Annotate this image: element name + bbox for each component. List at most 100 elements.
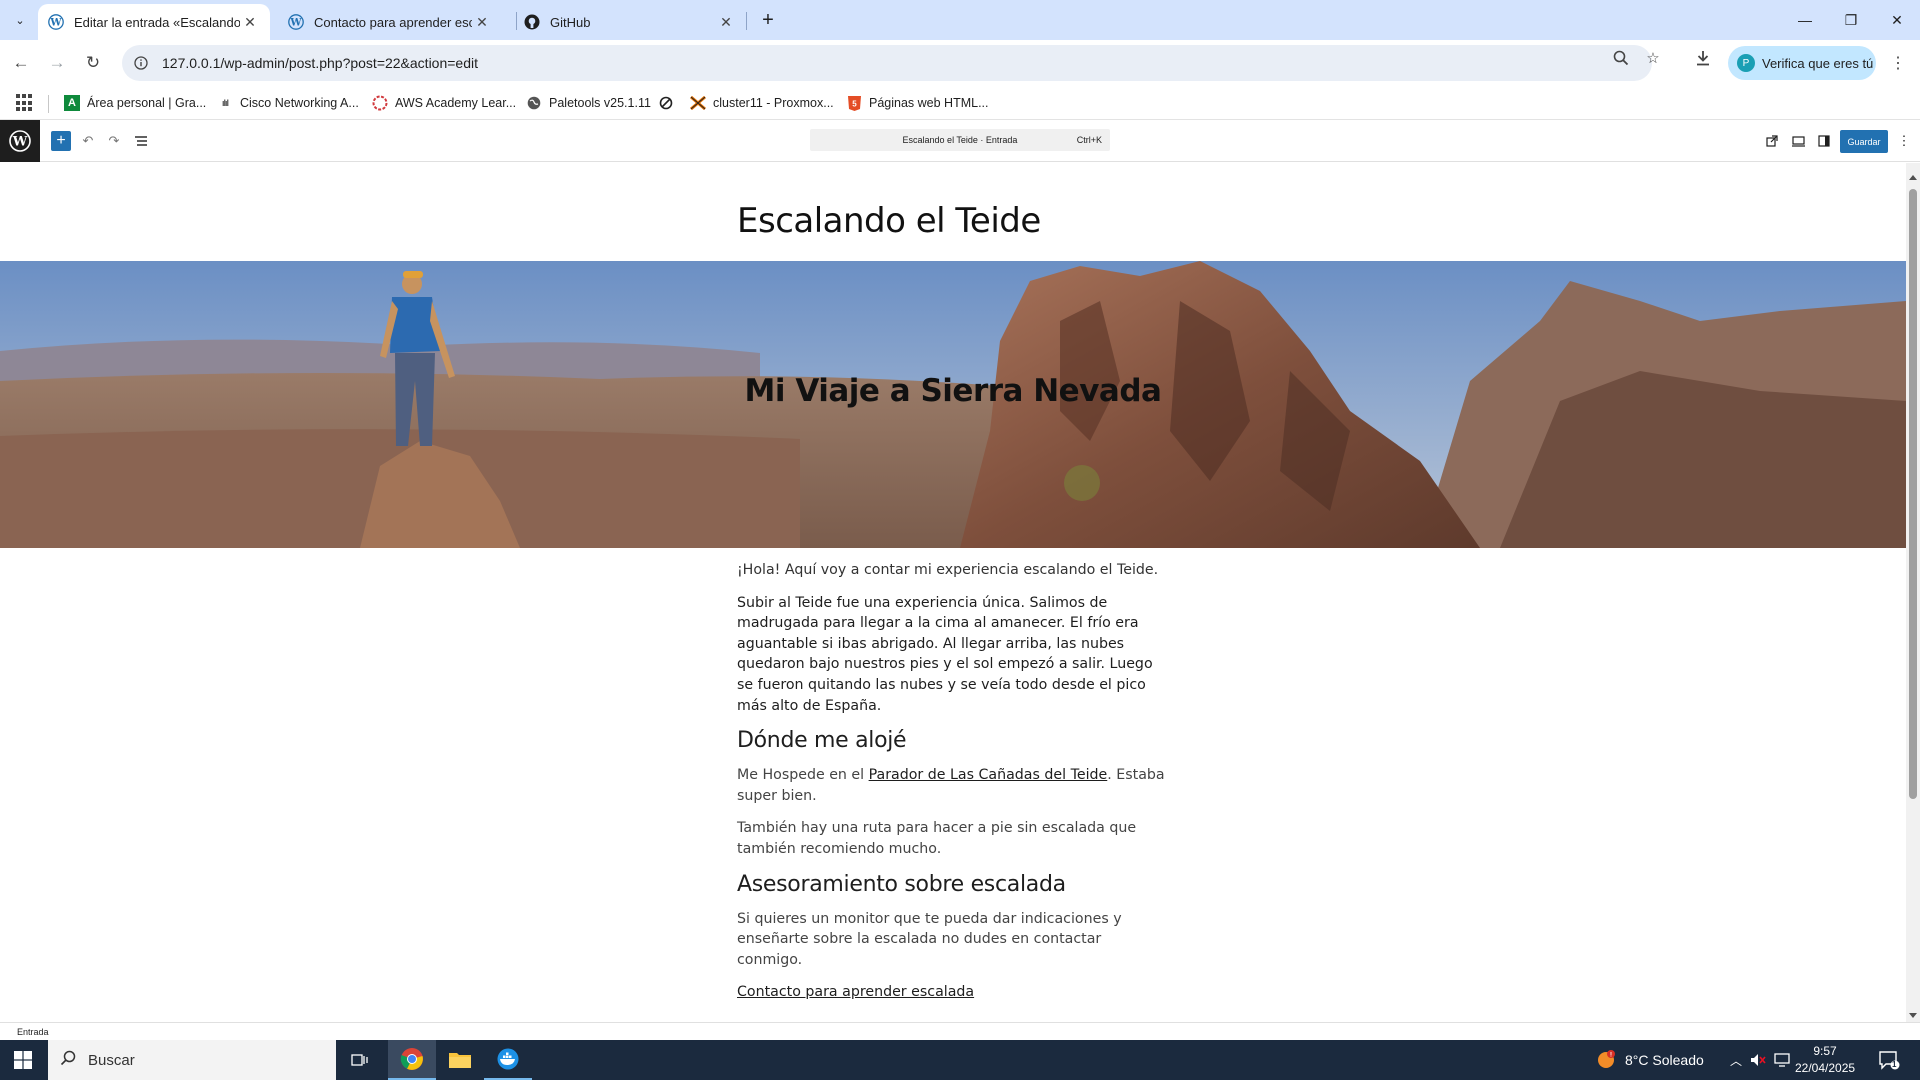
block-inserter-plus-icon[interactable]: + <box>51 131 71 151</box>
editor-header: W + ↶ ↷ Escalando el Teide · Entrada Ctr… <box>0 120 1920 162</box>
bookmark-paletools[interactable]: Paletools v25.1.11 <box>526 92 651 114</box>
new-tab-plus-icon[interactable]: + <box>756 8 780 32</box>
options-menu-icon[interactable]: ⋮ <box>1894 131 1914 151</box>
post-title[interactable]: Escalando el Teide <box>737 201 1041 241</box>
wordpress-logo-icon[interactable]: W <box>0 120 40 162</box>
view-post-external-icon[interactable] <box>1762 131 1782 151</box>
settings-sidebar-icon[interactable] <box>1814 131 1834 151</box>
task-view-icon[interactable] <box>336 1040 384 1080</box>
parador-link[interactable]: Parador de Las Cañadas del Teide <box>869 767 1108 783</box>
site-info-icon[interactable] <box>130 52 152 74</box>
restore-icon[interactable]: ❐ <box>1828 0 1874 40</box>
chrome-menu-icon[interactable]: ⋮ <box>1888 52 1908 74</box>
search-icon <box>60 1050 76 1071</box>
advice-paragraph[interactable]: Si quieres un monitor que te pueda dar i… <box>737 909 1167 971</box>
cover-heading[interactable]: Mi Viaje a Sierra Nevada <box>0 373 1906 409</box>
aws-academy-icon <box>372 95 388 111</box>
taskbar-clock[interactable]: 9:57 22/04/2025 <box>1795 1043 1855 1077</box>
bookmarks-divider <box>48 95 49 113</box>
redo-icon[interactable]: ↷ <box>104 131 124 151</box>
accommodation-paragraph[interactable]: Me Hospede en el Parador de Las Cañadas … <box>737 765 1167 806</box>
bookmark-label: Paletools v25.1.11 <box>549 96 651 110</box>
bookmark-aws-academy[interactable]: AWS Academy Lear... <box>372 92 516 114</box>
close-window-icon[interactable]: ✕ <box>1874 0 1920 40</box>
bookmark-label: Cisco Networking A... <box>240 96 359 110</box>
contact-paragraph[interactable]: Contacto para aprender escalada <box>737 982 1167 1003</box>
windows-taskbar: Buscar ! 8°C Soleado ︿ 9:57 22/04/2025 1 <box>0 1040 1920 1080</box>
bookmark-label: Páginas web HTML... <box>869 96 989 110</box>
download-icon[interactable] <box>1694 49 1712 67</box>
zoom-icon[interactable] <box>1612 49 1630 67</box>
bookmark-cisco[interactable]: ılıl Cisco Networking A... <box>217 92 359 114</box>
undo-icon[interactable]: ↶ <box>78 131 98 151</box>
tab-github[interactable]: GitHub ✕ <box>514 4 746 40</box>
weather-text[interactable]: 8°C Soleado <box>1625 1052 1704 1068</box>
contact-link[interactable]: Contacto para aprender escalada <box>737 984 974 1000</box>
close-tab-icon[interactable]: ✕ <box>716 12 736 32</box>
experience-paragraph[interactable]: Subir al Teide fue una experiencia única… <box>737 593 1167 717</box>
tab-title: GitHub <box>550 14 591 30</box>
heading-accommodation[interactable]: Dónde me alojé <box>737 728 1167 754</box>
docker-desktop-icon[interactable] <box>484 1040 532 1080</box>
forward-arrow-icon[interactable]: → <box>42 48 72 78</box>
bookmark-no-entry[interactable] <box>658 92 681 114</box>
bookmark-label: cluster11 - Proxmox... <box>713 96 834 110</box>
profile-chip[interactable]: P Verifica que eres tú <box>1728 46 1876 80</box>
bookmark-proxmox[interactable]: cluster11 - Proxmox... <box>690 92 834 114</box>
save-button[interactable]: Guardar <box>1840 130 1888 153</box>
clock-time: 9:57 <box>1813 1044 1837 1058</box>
scroll-down-arrow-icon[interactable] <box>1909 1013 1917 1018</box>
wordpress-icon: W <box>48 14 64 30</box>
command-shortcut: Ctrl+K <box>1076 135 1102 145</box>
bookmark-area-personal[interactable]: A Área personal | Gra... <box>64 92 206 114</box>
tab-contact[interactable]: W Contacto para aprender escalada ✕ <box>278 4 502 40</box>
tab-search-chevron-icon[interactable]: ⌄ <box>8 8 32 32</box>
show-hidden-icons-chevron-icon[interactable]: ︿ <box>1728 1052 1744 1068</box>
editor-canvas: Escalando el Teide Mi Viaje a Sierra Nev… <box>0 163 1906 1022</box>
intro-paragraph[interactable]: ¡Hola! Aquí voy a contar mi experiencia … <box>737 560 1167 581</box>
device-preview-icon[interactable] <box>1788 131 1808 151</box>
tab-divider <box>746 12 747 30</box>
weather-sun-icon[interactable]: ! <box>1596 1050 1616 1070</box>
proxmox-icon <box>690 95 706 111</box>
network-icon[interactable] <box>1774 1052 1790 1068</box>
tab-title: Contacto para aprender escalada <box>314 14 472 30</box>
document-overview-icon[interactable] <box>131 131 151 151</box>
back-arrow-icon[interactable]: ← <box>6 48 36 78</box>
scrollbar-thumb[interactable] <box>1909 189 1917 799</box>
taskbar-search-box[interactable]: Buscar <box>48 1040 336 1080</box>
chrome-taskbar-icon[interactable] <box>388 1040 436 1080</box>
file-explorer-icon[interactable] <box>436 1040 484 1080</box>
bookmark-star-icon[interactable]: ☆ <box>1644 49 1662 67</box>
windows-start-icon[interactable] <box>0 1040 46 1080</box>
notifications-icon[interactable]: 1 <box>1878 1050 1900 1070</box>
heading-advice[interactable]: Asesoramiento sobre escalada <box>737 872 1167 898</box>
accommodation-text-start: Me Hospede en el <box>737 767 869 784</box>
close-tab-icon[interactable]: ✕ <box>472 12 492 32</box>
browser-tab-strip: ⌄ W Editar la entrada «Escalando el Teid… <box>0 0 1920 40</box>
command-palette-bar[interactable]: Escalando el Teide · Entrada Ctrl+K <box>810 129 1110 151</box>
apps-grid-icon[interactable] <box>16 94 34 112</box>
close-tab-icon[interactable]: ✕ <box>240 12 260 32</box>
tab-edit-post[interactable]: W Editar la entrada «Escalando el Teide»… <box>38 4 270 40</box>
post-content: ¡Hola! Aquí voy a contar mi experiencia … <box>737 560 1167 1015</box>
minimize-icon[interactable]: — <box>1782 0 1828 40</box>
speaker-muted-icon[interactable] <box>1750 1052 1766 1068</box>
browser-toolbar: ← → ↻ 127.0.0.1/wp-admin/post.php?post=2… <box>0 40 1920 86</box>
cisco-icon: ılıl <box>221 98 229 108</box>
route-paragraph[interactable]: También hay una ruta para hacer a pie si… <box>737 818 1167 859</box>
github-icon <box>524 14 540 30</box>
profile-chip-label: Verifica que eres tú <box>1762 55 1874 71</box>
profile-avatar-icon: P <box>1737 54 1755 72</box>
breadcrumb-post-type[interactable]: Entrada <box>17 1027 49 1037</box>
notification-count: 1 <box>1892 1060 1897 1069</box>
scroll-up-arrow-icon[interactable] <box>1909 175 1917 180</box>
url-text[interactable]: 127.0.0.1/wp-admin/post.php?post=22&acti… <box>162 55 478 71</box>
cover-block[interactable]: Mi Viaje a Sierra Nevada <box>0 261 1906 548</box>
reload-icon[interactable]: ↻ <box>78 48 108 78</box>
address-bar[interactable]: 127.0.0.1/wp-admin/post.php?post=22&acti… <box>122 45 1652 81</box>
canvas-scrollbar[interactable] <box>1906 163 1920 1022</box>
bookmark-html[interactable]: 5 Páginas web HTML... <box>846 92 989 114</box>
svg-text:W: W <box>49 18 62 29</box>
clock-date: 22/04/2025 <box>1795 1061 1856 1075</box>
